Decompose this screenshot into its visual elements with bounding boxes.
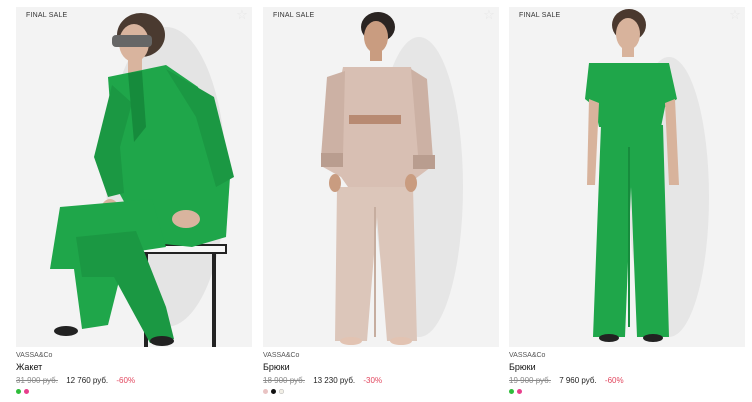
price-row: 18 900 руб. 13 230 руб. -30% [263, 376, 499, 385]
old-price: 19 900 руб. [509, 376, 551, 385]
discount-badge: -30% [363, 376, 383, 385]
color-swatches [16, 389, 252, 394]
product-photo[interactable]: FINAL SALE ☆ [16, 7, 252, 347]
product-photo[interactable]: FINAL SALE ☆ [509, 7, 745, 347]
product-brand: VASSA&Co [16, 352, 53, 359]
color-swatches [509, 389, 745, 394]
product-brand: VASSA&Co [263, 352, 300, 359]
model-photo-beige-suit [263, 7, 499, 347]
heart-icon[interactable]: ☆ [482, 8, 496, 22]
old-price: 18 900 руб. [263, 376, 305, 385]
color-swatches [263, 389, 499, 394]
product-card[interactable]: FINAL SALE ☆ VASSA&Co Брюки 18 900 руб. … [263, 7, 499, 394]
final-sale-badge: FINAL SALE [26, 12, 68, 19]
final-sale-badge: FINAL SALE [519, 12, 561, 19]
final-sale-badge: FINAL SALE [273, 12, 315, 19]
heart-icon[interactable]: ☆ [728, 8, 742, 22]
product-card[interactable]: FINAL SALE ☆ VASSA&Co Брюки 19 900 руб. … [509, 7, 745, 394]
color-swatch[interactable] [517, 389, 522, 394]
color-swatch[interactable] [271, 389, 276, 394]
product-name[interactable]: Брюки [263, 362, 499, 372]
color-swatch[interactable] [16, 389, 21, 394]
heart-icon[interactable]: ☆ [235, 8, 249, 22]
old-price: 31 900 руб. [16, 376, 58, 385]
product-card[interactable]: FINAL SALE ☆ VASSA&Co Жакет 31 900 руб. … [16, 7, 252, 394]
discount-badge: -60% [604, 376, 624, 385]
model-photo-green-trousers [509, 7, 745, 347]
product-name[interactable]: Брюки [509, 362, 745, 372]
color-swatch[interactable] [509, 389, 514, 394]
discount-badge: -60% [116, 376, 136, 385]
product-photo[interactable]: FINAL SALE ☆ [263, 7, 499, 347]
product-grid: FINAL SALE ☆ VASSA&Co Жакет 31 900 руб. … [0, 0, 752, 402]
product-name[interactable]: Жакет [16, 362, 252, 372]
price-row: 31 900 руб. 12 760 руб. -60% [16, 376, 252, 385]
color-swatch[interactable] [279, 389, 284, 394]
model-photo-green-jacket [16, 7, 252, 347]
current-price: 13 230 руб. [313, 376, 356, 385]
color-swatch[interactable] [263, 389, 268, 394]
product-brand: VASSA&Co [509, 352, 546, 359]
current-price: 7 960 руб. [559, 376, 597, 385]
price-row: 19 900 руб. 7 960 руб. -60% [509, 376, 745, 385]
current-price: 12 760 руб. [66, 376, 109, 385]
color-swatch[interactable] [24, 389, 29, 394]
